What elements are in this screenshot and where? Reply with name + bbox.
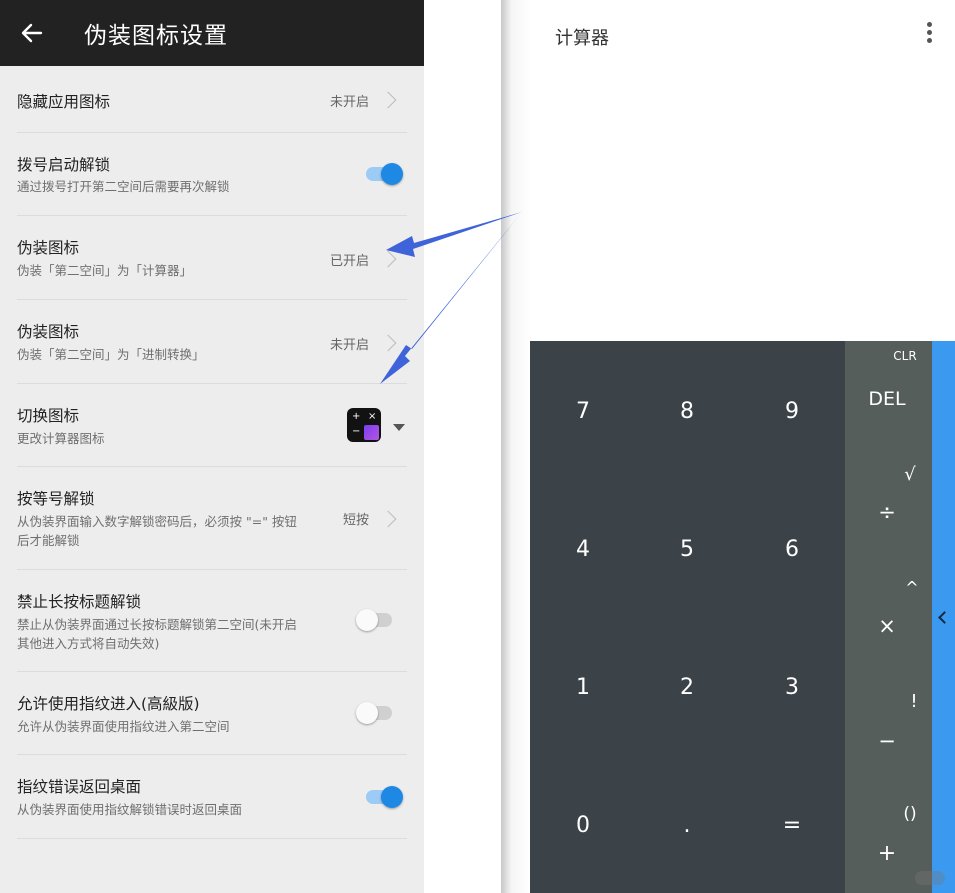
calculator-title: 计算器 [555, 28, 609, 49]
divide-button[interactable]: ÷ [857, 500, 917, 524]
minus-button[interactable]: − [857, 729, 917, 753]
setting-subtitle: 伪装「第二空间」为「计算器」 [17, 263, 193, 278]
toggle-knob [356, 609, 378, 631]
fingerprint-error-toggle[interactable] [364, 786, 403, 808]
more-options-icon[interactable] [927, 22, 933, 44]
delete-button[interactable]: DEL [857, 388, 917, 410]
key-4[interactable]: 4 [553, 537, 613, 562]
setting-title: 伪装图标 [17, 239, 80, 257]
setting-title: 伪装图标 [17, 323, 80, 341]
key-2[interactable]: 2 [657, 675, 717, 700]
sqrt-button[interactable]: √ [880, 464, 940, 485]
calculator-app-icon[interactable]: + × − [347, 408, 381, 442]
multiply-button[interactable]: × [857, 614, 917, 638]
times-icon: × [368, 411, 377, 422]
key-decimal[interactable]: . [657, 813, 717, 838]
status-text: 未开启 [330, 338, 370, 353]
chevron-left-icon [938, 611, 951, 624]
key-8[interactable]: 8 [657, 399, 717, 424]
settings-screen: 伪装图标设置 隐藏应用图标 未开启 拨号启动解锁 通过拨号打开第二空间后需要再次… [0, 0, 424, 893]
status-text: 未开启 [330, 95, 370, 110]
setting-subtitle: 后才能解锁 [17, 533, 80, 548]
fingerprint-entry-toggle[interactable] [356, 702, 394, 724]
setting-row-equals-unlock[interactable]: 按等号解锁 从伪装界面输入数字解锁密码后，必须按 "=" 按钮 后才能解锁 短按 [17, 467, 407, 570]
chevron-right-icon [379, 250, 397, 268]
setting-row-dial-unlock: 拨号启动解锁 通过拨号打开第二空间后需要再次解锁 [17, 133, 407, 216]
operator-panel: CLR DEL √ ÷ ^ × ! − () + [845, 341, 932, 893]
setting-title: 切换图标 [17, 407, 80, 425]
key-1[interactable]: 1 [553, 675, 613, 700]
setting-subtitle: 更改计算器图标 [17, 431, 105, 446]
equals-tile-icon [364, 425, 379, 440]
setting-row-switch-icon[interactable]: 切换图标 更改计算器图标 + × − [17, 384, 407, 467]
app-bar: 伪装图标设置 [0, 0, 424, 66]
plus-icon: + [352, 411, 361, 422]
disable-longpress-toggle[interactable] [356, 609, 394, 631]
dropdown-arrow-icon[interactable] [393, 424, 405, 431]
toggle-knob [356, 702, 378, 724]
key-5[interactable]: 5 [657, 537, 717, 562]
chevron-right-icon [379, 510, 397, 528]
advanced-panel-handle[interactable] [932, 341, 955, 893]
page-title: 伪装图标设置 [84, 23, 228, 49]
setting-subtitle: 禁止从伪装界面通过长按标题解锁第二空间(未开启 [17, 617, 297, 632]
key-7[interactable]: 7 [553, 399, 613, 424]
plus-button[interactable]: + [857, 841, 917, 866]
setting-title: 按等号解锁 [17, 490, 95, 508]
setting-subtitle: 从伪装界面输入数字解锁密码后，必须按 "=" 按钮 [17, 514, 297, 529]
minus-icon: − [352, 426, 361, 437]
number-pad: 7 8 9 4 5 6 1 2 3 0 . = [530, 341, 845, 893]
chevron-right-icon [379, 91, 397, 109]
toggle-knob [381, 786, 403, 808]
setting-subtitle: 通过拨号打开第二空间后需要再次解锁 [17, 179, 230, 194]
setting-title: 指纹错误返回桌面 [17, 778, 142, 796]
setting-title: 隐藏应用图标 [17, 93, 111, 111]
chevron-right-icon [379, 334, 397, 352]
setting-title: 拨号启动解锁 [17, 156, 111, 174]
setting-subtitle: 伪装「第二空间」为「进制转换」 [17, 347, 205, 362]
parentheses-button[interactable]: () [880, 804, 940, 824]
toggle-knob [381, 163, 403, 185]
back-button[interactable] [0, 0, 64, 66]
setting-row-fingerprint-error-home: 指纹错误返回桌面 从伪装界面使用指纹解锁错误时返回桌面 [17, 755, 407, 839]
setting-title: 禁止长按标题解锁 [17, 593, 142, 611]
setting-row-hide-app-icon[interactable]: 隐藏应用图标 未开启 [17, 66, 407, 133]
status-text: 已开启 [330, 254, 370, 269]
pane-divider-shadow [501, 0, 531, 893]
setting-row-disguise-calculator[interactable]: 伪装图标 伪装「第二空间」为「计算器」 已开启 [17, 216, 407, 300]
key-9[interactable]: 9 [762, 399, 822, 424]
key-equals[interactable]: = [762, 813, 822, 838]
setting-subtitle: 其他进入方式将自动失效) [17, 636, 160, 651]
setting-title: 允许使用指纹进入(高級版) [17, 695, 200, 713]
setting-row-disable-longpress: 禁止长按标题解锁 禁止从伪装界面通过长按标题解锁第二空间(未开启 其他进入方式将… [17, 570, 407, 672]
setting-subtitle: 允许从伪装界面使用指纹进入第二空间 [17, 719, 230, 734]
status-text: 短按 [343, 513, 370, 528]
watermark-mark [915, 871, 945, 885]
dial-unlock-toggle[interactable] [364, 163, 403, 185]
setting-subtitle: 从伪装界面使用指纹解锁错误时返回桌面 [17, 802, 243, 817]
calculator-display: 计算器 [530, 0, 955, 341]
key-3[interactable]: 3 [762, 675, 822, 700]
key-0[interactable]: 0 [553, 813, 613, 838]
setting-row-fingerprint-entry: 允许使用指纹进入(高級版) 允许从伪装界面使用指纹进入第二空间 [17, 672, 407, 755]
clear-button[interactable]: CLR [875, 349, 935, 363]
back-arrow-icon [21, 23, 43, 43]
key-6[interactable]: 6 [762, 537, 822, 562]
setting-row-disguise-converter[interactable]: 伪装图标 伪装「第二空间」为「进制转换」 未开启 [17, 300, 407, 384]
